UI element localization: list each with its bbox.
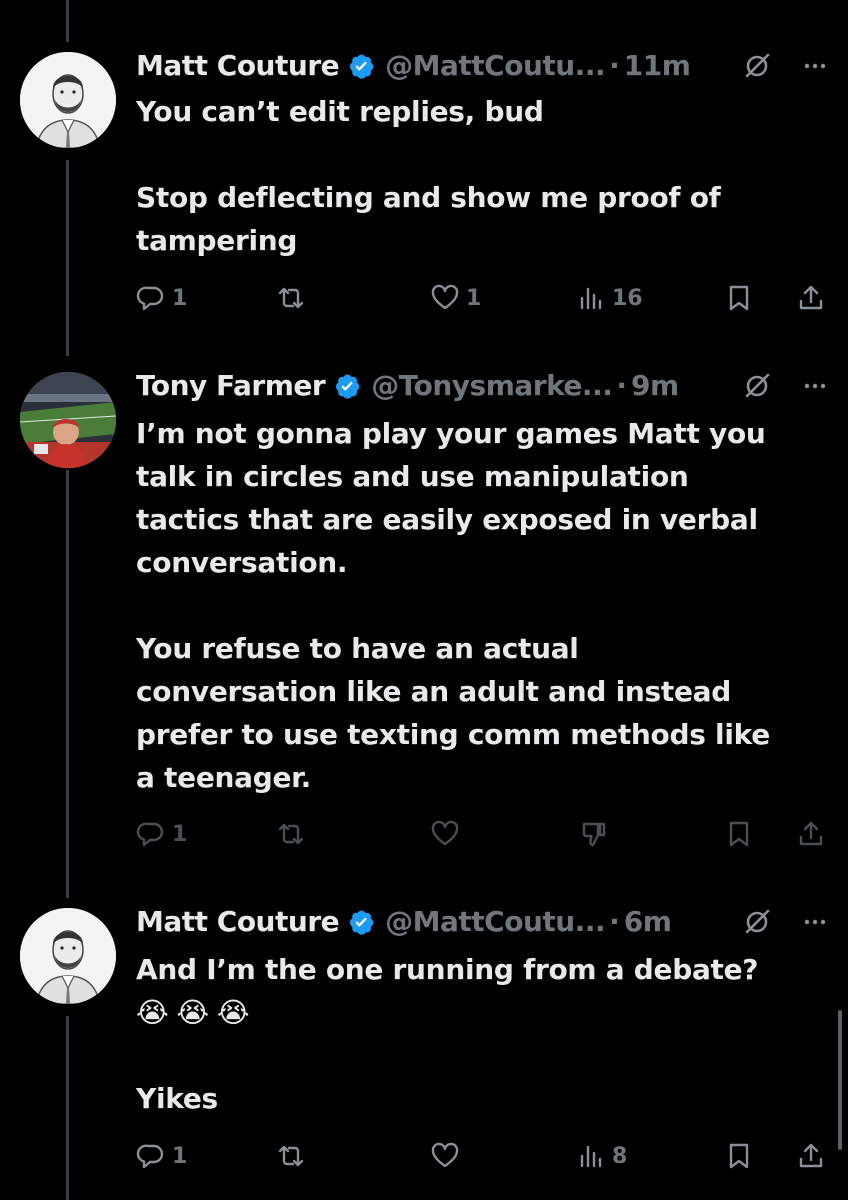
avatar[interactable] bbox=[20, 52, 116, 148]
grok-icon[interactable] bbox=[742, 371, 772, 401]
avatar-sketch-icon bbox=[20, 52, 116, 148]
like-button[interactable] bbox=[430, 1136, 460, 1176]
display-name[interactable]: Matt Couture bbox=[136, 46, 340, 86]
tweet[interactable]: Matt Couture @MattCoutu... · 11m You can… bbox=[0, 0, 848, 350]
avatar[interactable] bbox=[20, 908, 116, 1004]
bookmark-button[interactable] bbox=[724, 1136, 754, 1176]
views-icon bbox=[580, 287, 602, 310]
views-icon bbox=[580, 1145, 602, 1168]
retweet-icon bbox=[278, 287, 304, 309]
tweet-text: You can’t edit replies, bud Stop deflect… bbox=[136, 90, 808, 262]
separator-dot: · bbox=[609, 49, 620, 82]
tweet-paragraph: Stop deflecting and show me proof of tam… bbox=[136, 181, 721, 257]
tweet-paragraph: You refuse to have an actual conversatio… bbox=[136, 632, 770, 794]
more-icon[interactable] bbox=[800, 371, 830, 401]
tweet-actions: 1 8 bbox=[136, 1136, 828, 1176]
avatar[interactable] bbox=[20, 372, 116, 468]
timestamp[interactable]: 6m bbox=[624, 902, 672, 942]
crying-emoji: 😭 bbox=[136, 996, 169, 1029]
crying-emoji: 😭 bbox=[176, 996, 209, 1029]
downvote-button[interactable] bbox=[578, 814, 608, 854]
display-name[interactable]: Matt Couture bbox=[136, 902, 340, 942]
verified-badge-icon bbox=[350, 910, 374, 935]
reply-button[interactable]: 1 bbox=[136, 1136, 187, 1176]
share-icon bbox=[799, 1143, 823, 1168]
timestamp[interactable]: 11m bbox=[624, 46, 691, 86]
like-button[interactable]: 1 bbox=[430, 278, 481, 318]
tweet-paragraph bbox=[136, 1034, 808, 1077]
bookmark-button[interactable] bbox=[724, 278, 754, 318]
share-icon bbox=[799, 821, 823, 846]
avatar-photo-icon bbox=[20, 372, 116, 468]
user-handle[interactable]: @MattCoutu... bbox=[385, 902, 605, 942]
views-button[interactable]: 16 bbox=[576, 278, 643, 318]
tweet-actions: 1 1 16 bbox=[136, 278, 828, 318]
timestamp[interactable]: 9m bbox=[631, 366, 679, 406]
tweet-header: Matt Couture @MattCoutu... · 11m bbox=[136, 46, 830, 86]
retweet-icon bbox=[278, 823, 304, 845]
tweet-paragraph: You can’t edit replies, bud bbox=[136, 95, 544, 128]
like-icon bbox=[431, 820, 459, 846]
reply-count: 1 bbox=[172, 821, 188, 847]
user-handle[interactable]: @MattCoutu... bbox=[385, 46, 605, 86]
reply-icon bbox=[136, 286, 164, 311]
bookmark-icon bbox=[729, 821, 749, 847]
tweet-paragraph bbox=[136, 584, 808, 627]
downvote-icon bbox=[582, 822, 606, 847]
like-icon bbox=[431, 284, 459, 310]
tweet-text: I’m not gonna play your games Matt you t… bbox=[136, 412, 808, 799]
tweet-paragraph bbox=[136, 133, 808, 176]
share-button[interactable] bbox=[796, 1136, 826, 1176]
views-count: 16 bbox=[612, 285, 643, 311]
separator-dot: · bbox=[609, 905, 620, 938]
bookmark-icon bbox=[729, 1143, 749, 1169]
tweet-paragraph: And I’m the one running from a debate? bbox=[136, 953, 759, 986]
like-count: 1 bbox=[466, 285, 482, 311]
user-handle[interactable]: @Tonysmarke... bbox=[371, 366, 613, 406]
tweet[interactable]: Tony Farmer @Tonysmarke... · 9m I’m not … bbox=[0, 360, 848, 900]
reply-button[interactable]: 1 bbox=[136, 278, 187, 318]
bookmark-icon bbox=[729, 285, 749, 311]
tweet-header: Tony Farmer @Tonysmarke... · 9m bbox=[136, 366, 830, 406]
share-icon bbox=[799, 285, 823, 310]
retweet-button[interactable] bbox=[276, 1136, 306, 1176]
retweet-button[interactable] bbox=[276, 814, 306, 854]
reply-icon bbox=[136, 1144, 164, 1169]
display-name[interactable]: Tony Farmer bbox=[136, 366, 326, 406]
reply-icon bbox=[136, 822, 164, 847]
reply-count: 1 bbox=[172, 1143, 188, 1169]
bookmark-button[interactable] bbox=[724, 814, 754, 854]
grok-icon[interactable] bbox=[742, 51, 772, 81]
verified-badge-icon bbox=[350, 54, 374, 79]
tweet-actions: 1 bbox=[136, 814, 828, 854]
more-icon[interactable] bbox=[800, 51, 830, 81]
share-button[interactable] bbox=[796, 278, 826, 318]
scrollbar[interactable] bbox=[838, 1010, 842, 1150]
crying-emoji: 😭 bbox=[216, 996, 250, 1029]
reply-count: 1 bbox=[172, 285, 188, 311]
share-button[interactable] bbox=[796, 814, 826, 854]
like-icon bbox=[431, 1142, 459, 1168]
tweet[interactable]: Matt Couture @MattCoutu... · 6m And I’m … bbox=[0, 900, 848, 1200]
retweet-button[interactable] bbox=[276, 278, 312, 318]
separator-dot: · bbox=[616, 369, 627, 402]
views-button[interactable]: 8 bbox=[576, 1136, 627, 1176]
reply-button[interactable]: 1 bbox=[136, 814, 187, 854]
like-button[interactable] bbox=[430, 814, 460, 854]
verified-badge-icon bbox=[336, 374, 360, 399]
tweet-text: And I’m the one running from a debate? 😭… bbox=[136, 948, 808, 1120]
avatar-sketch-icon bbox=[20, 908, 116, 1004]
grok-icon[interactable] bbox=[742, 907, 772, 937]
retweet-icon bbox=[278, 1145, 304, 1167]
tweet-paragraph: I’m not gonna play your games Matt you t… bbox=[136, 417, 766, 579]
tweet-paragraph: Yikes bbox=[136, 1082, 218, 1115]
views-count: 8 bbox=[612, 1143, 628, 1169]
emoji-row: 😭 😭 😭 bbox=[136, 991, 808, 1034]
tweet-header: Matt Couture @MattCoutu... · 6m bbox=[136, 902, 830, 942]
more-icon[interactable] bbox=[800, 907, 830, 937]
